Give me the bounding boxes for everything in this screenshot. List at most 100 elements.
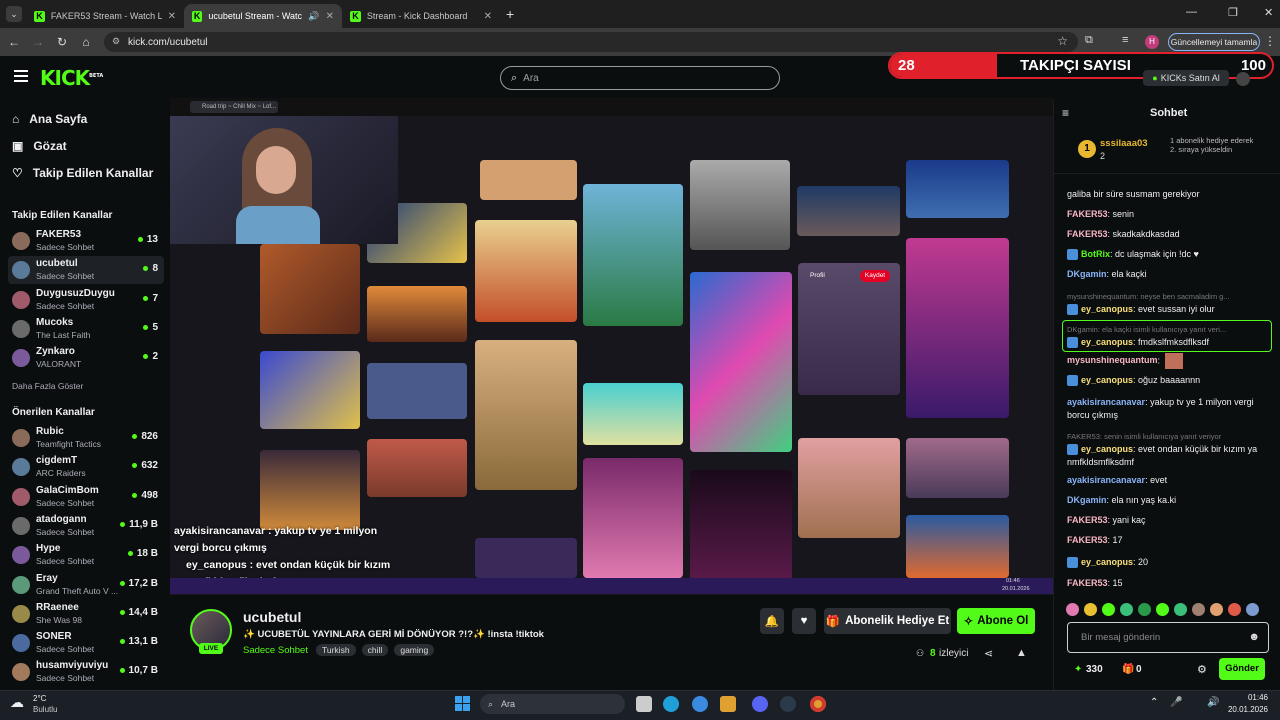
- close-tab-icon[interactable]: ✕: [484, 11, 492, 22]
- show-more-link[interactable]: Daha Fazla Göster: [12, 381, 83, 391]
- tag-chill[interactable]: chill: [361, 644, 389, 656]
- chat-message[interactable]: BotRix: dc ulaşmak için !dc ♥: [1067, 248, 1277, 261]
- chat-message[interactable]: FAKER53: skadkakdkasdad: [1067, 228, 1277, 241]
- emote-icon[interactable]: [1138, 603, 1151, 616]
- chat-message[interactable]: ayakisirancanavar: yakup tv ye 1 milyon …: [1067, 396, 1277, 422]
- close-window-button[interactable]: ✕: [1264, 6, 1273, 19]
- menu-hamburger-icon[interactable]: [14, 70, 28, 82]
- chat-message[interactable]: FAKER53: senin: [1067, 208, 1277, 221]
- chat-input[interactable]: Bir mesaj gönderin ☻: [1067, 622, 1269, 653]
- emote-icon[interactable]: [1084, 603, 1097, 616]
- followed-channel[interactable]: DuygusuzDuygu Sadece Sohbet 7: [8, 286, 164, 314]
- forward-icon[interactable]: →: [26, 35, 50, 49]
- nav-home[interactable]: ⌂ Ana Sayfa: [12, 112, 87, 126]
- emoji-picker-icon[interactable]: ☻: [1248, 631, 1260, 643]
- chat-username[interactable]: DKgamin: [1067, 495, 1107, 505]
- chat-message[interactable]: DKgamin: ela kaçki: [1067, 268, 1277, 281]
- chat-username[interactable]: ayakisirancanavar: [1067, 397, 1145, 407]
- share-icon[interactable]: ⋖: [984, 647, 993, 660]
- browser-menu-icon[interactable]: ⋮: [1264, 34, 1276, 48]
- nav-following[interactable]: ♡ Takip Edilen Kanallar: [12, 166, 153, 180]
- tag-gaming[interactable]: gaming: [394, 644, 435, 656]
- store-icon[interactable]: [720, 696, 736, 712]
- chat-username[interactable]: ey_canopus: [1081, 557, 1133, 567]
- emote-icon[interactable]: [1156, 603, 1169, 616]
- emote-icon[interactable]: [1246, 603, 1259, 616]
- tray-chevron-icon[interactable]: ⌃: [1150, 697, 1158, 708]
- chat-username[interactable]: BotRix: [1081, 249, 1110, 259]
- gift-balance[interactable]: 0: [1136, 664, 1142, 675]
- app-icon[interactable]: [692, 696, 708, 712]
- subscribe-button[interactable]: ✧ Abone Ol: [957, 608, 1035, 634]
- chat-username[interactable]: ey_canopus: [1081, 304, 1133, 314]
- browser-tab-ucubetul[interactable]: K ucubetul Stream - Watch Li 🔊 ✕: [184, 4, 342, 28]
- reading-list-icon[interactable]: ≡: [1122, 34, 1128, 46]
- chat-username[interactable]: ayakisirancanavar: [1067, 475, 1145, 485]
- chat-username[interactable]: FAKER53: [1067, 515, 1108, 525]
- steam-icon[interactable]: [780, 696, 796, 712]
- profile-avatar[interactable]: H: [1145, 35, 1159, 49]
- discord-icon[interactable]: [752, 696, 768, 712]
- recommended-channel[interactable]: RRaenee She Was 98 14,4 B: [8, 600, 164, 628]
- chat-username[interactable]: DKgamin: [1067, 269, 1107, 279]
- chat-message[interactable]: DKgamin: ela kaçki isimli kullanıcıya ya…: [1062, 320, 1272, 352]
- address-bar[interactable]: ⚙ kick.com/ucubetul ☆: [104, 32, 1078, 52]
- start-windows-icon[interactable]: [455, 696, 470, 711]
- chat-message[interactable]: FAKER53: senin isimli kullanıcıya yanıt …: [1067, 430, 1277, 469]
- audio-icon[interactable]: 🔊: [308, 11, 319, 22]
- edge-icon[interactable]: [663, 696, 679, 712]
- chat-message[interactable]: mysunshinequantum:: [1067, 353, 1277, 369]
- bookmark-star-icon[interactable]: ☆: [1057, 34, 1068, 48]
- recommended-channel[interactable]: Hype Sadece Sohbet 18 B: [8, 541, 164, 569]
- chat-message[interactable]: FAKER53: 15: [1067, 577, 1277, 590]
- back-icon[interactable]: ←: [2, 35, 26, 49]
- chat-message[interactable]: mysunshinequantum: neyse ben sacmaladim …: [1067, 290, 1277, 316]
- reload-icon[interactable]: ↻: [50, 35, 74, 49]
- tag-turkish[interactable]: Turkish: [316, 644, 356, 656]
- home-browser-icon[interactable]: ⌂: [74, 35, 98, 49]
- chat-message[interactable]: FAKER53: yani kaç: [1067, 514, 1277, 527]
- chat-message[interactable]: FAKER53: 17: [1067, 534, 1277, 547]
- recommended-channel[interactable]: GalaCimBom Sadece Sohbet 498: [8, 483, 164, 511]
- send-button[interactable]: Gönder: [1219, 658, 1265, 680]
- site-info-icon[interactable]: ⚙: [112, 36, 120, 47]
- gift-subscription-button[interactable]: 🎁 Abonelik Hediye Et: [824, 608, 951, 634]
- close-tab-icon[interactable]: ✕: [326, 11, 334, 22]
- recommended-channel[interactable]: Eray Grand Theft Auto V ... 17,2 B: [8, 571, 164, 599]
- chat-username[interactable]: ey_canopus: [1081, 375, 1133, 385]
- close-tab-icon[interactable]: ✕: [168, 11, 176, 22]
- chat-username[interactable]: FAKER53: [1067, 209, 1108, 219]
- followed-channel[interactable]: Mucoks The Last Faith 5: [8, 315, 164, 343]
- report-icon[interactable]: ▲: [1016, 647, 1027, 659]
- kick-logo[interactable]: KICKBETA: [40, 66, 103, 90]
- chat-username[interactable]: mysunshinequantum: [1067, 355, 1158, 365]
- chat-message[interactable]: ayakisirancanavar: evet: [1067, 474, 1277, 487]
- chat-message[interactable]: DKgamin: ela nın yaş ka.ki: [1067, 494, 1277, 507]
- chrome-icon[interactable]: [810, 696, 826, 712]
- new-tab-button[interactable]: +: [506, 6, 514, 22]
- taskbar-search[interactable]: ⌕ Ara: [480, 694, 625, 714]
- recommended-channel[interactable]: atadogann Sadece Sohbet 11,9 B: [8, 512, 164, 540]
- collapse-chat-icon[interactable]: ≡: [1062, 106, 1069, 120]
- chat-settings-icon[interactable]: ⚙: [1197, 663, 1207, 676]
- followed-channel[interactable]: ucubetul Sadece Sohbet 8: [8, 256, 164, 285]
- extensions-icon[interactable]: ⧉: [1085, 34, 1093, 47]
- followed-channel[interactable]: Zynkaro VALORANT 2: [8, 344, 164, 372]
- emote-icon[interactable]: [1192, 603, 1205, 616]
- gifter-name[interactable]: sssilaaa03: [1100, 138, 1148, 149]
- maximize-button[interactable]: ❐: [1228, 6, 1238, 19]
- recommended-channel[interactable]: SONER Sadece Sohbet 13,1 B: [8, 629, 164, 657]
- volume-icon[interactable]: 🔊: [1207, 697, 1219, 708]
- chat-message[interactable]: ey_canopus: 20: [1067, 556, 1277, 569]
- chat-message[interactable]: galiba bir süre susmam gerekiyor: [1067, 188, 1277, 201]
- emote-icon[interactable]: [1066, 603, 1079, 616]
- search-input[interactable]: ⌕ Ara: [500, 66, 780, 90]
- video-player[interactable]: Road trip ~ Chill Mix ~ Lof... Profil Ka…: [170, 98, 1053, 595]
- weather-icon[interactable]: ☁: [10, 694, 24, 711]
- tab-list-chevron-icon[interactable]: ⌄: [6, 6, 22, 22]
- channel-name[interactable]: ucubetul: [243, 609, 301, 625]
- chat-username[interactable]: FAKER53: [1067, 229, 1108, 239]
- emote-icon[interactable]: [1174, 603, 1187, 616]
- notification-bell-button[interactable]: 🔔: [760, 608, 784, 634]
- chat-username[interactable]: FAKER53: [1067, 535, 1108, 545]
